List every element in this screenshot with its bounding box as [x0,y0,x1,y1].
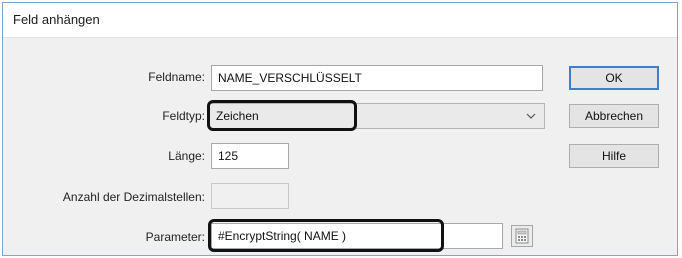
calculator-icon[interactable] [511,225,533,247]
fieldname-input[interactable]: NAME_VERSCHLÜSSELT [211,65,543,91]
ok-button[interactable]: OK [569,66,659,90]
cancel-button[interactable]: Abbrechen [569,104,659,128]
parameter-input[interactable]: #EncryptString( NAME ) [211,223,503,249]
parameter-label: Parameter: [145,230,205,244]
append-field-dialog: Feld anhängen Feldname: NAME_VERSCHLÜSSE… [2,2,678,256]
length-input[interactable]: 125 [211,143,289,169]
fieldname-label: Feldname: [148,70,205,84]
chevron-down-icon [526,113,536,119]
decimals-label: Anzahl der Dezimalstellen: [62,190,205,204]
fieldtype-label: Feldtyp: [162,109,205,123]
dialog-title: Feld anhängen [13,12,100,27]
title-bar: Feld anhängen [3,3,677,38]
help-button[interactable]: Hilfe [569,144,659,168]
length-label: Länge: [168,149,205,163]
decimals-input[interactable] [211,183,289,209]
fieldtype-select[interactable]: Zeichen [209,103,545,129]
fieldtype-selected-value: Zeichen [216,109,259,123]
